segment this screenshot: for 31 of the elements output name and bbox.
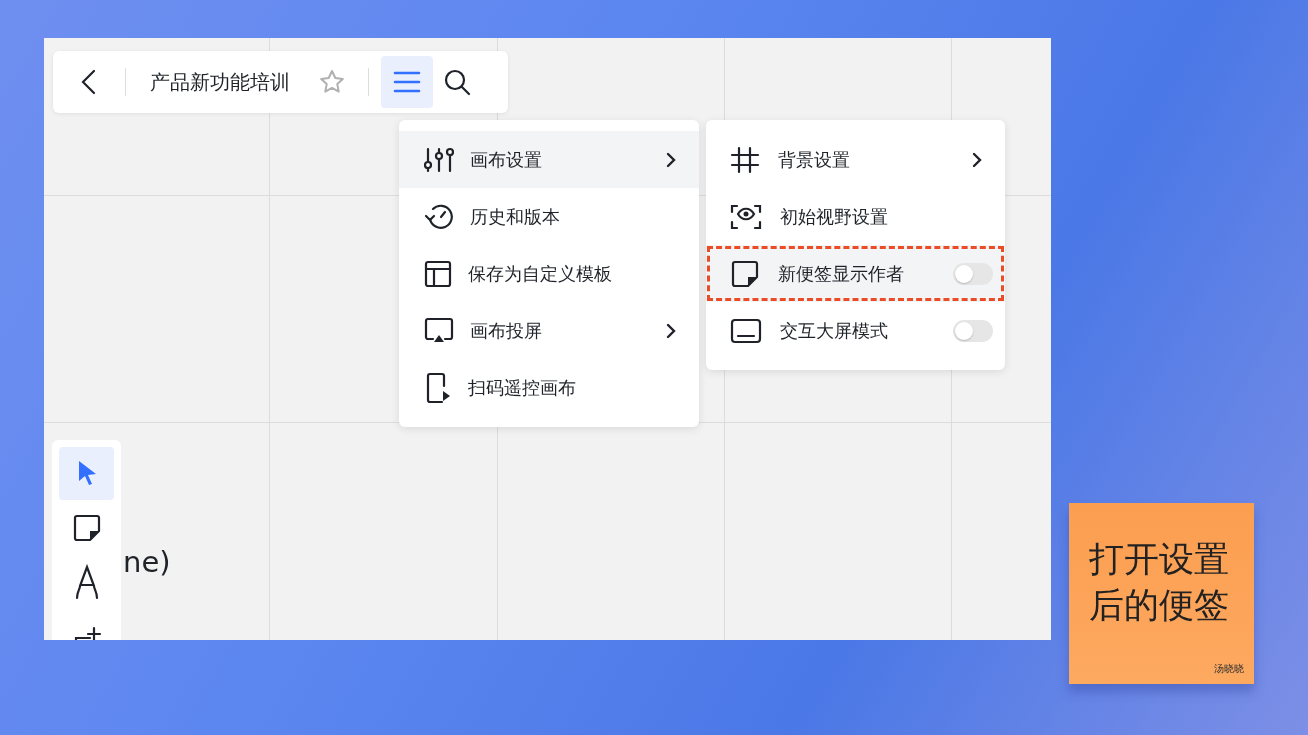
menu-item[interactable]: 新便签显示作者 <box>706 245 1005 302</box>
phone-play-icon <box>424 371 452 404</box>
search-icon <box>443 68 471 96</box>
note-text: 打开设置 <box>1089 538 1230 581</box>
menu-item[interactable]: 保存为自定义模板 <box>399 245 699 302</box>
history-icon <box>424 202 454 231</box>
layout-icon <box>424 259 452 288</box>
sticky-note-icon <box>730 258 760 289</box>
toggle-switch[interactable] <box>953 319 993 342</box>
screen-cast-icon <box>424 316 454 345</box>
eye-frame-icon <box>730 202 762 231</box>
star-icon <box>318 68 346 96</box>
chevron-right-icon <box>971 151 983 168</box>
board-title: 产品新功能培训 <box>150 69 290 96</box>
menu-item[interactable]: 画布设置 <box>399 131 699 188</box>
toggle-switch[interactable] <box>953 262 993 285</box>
sliders-icon <box>424 146 454 173</box>
menu-button[interactable] <box>381 56 433 108</box>
note-text: 后的便签 <box>1089 583 1230 627</box>
canvas-text: ne) <box>123 548 171 577</box>
menu-item[interactable]: 初始视野设置 <box>706 188 1005 245</box>
menu-item[interactable]: 扫码遥控画布 <box>399 359 699 416</box>
sticky-note-icon <box>71 512 102 543</box>
menu-item[interactable]: 背景设置 <box>706 131 1005 188</box>
monitor-icon <box>730 316 762 345</box>
menu-item[interactable]: 历史和版本 <box>399 188 699 245</box>
menu-icon <box>393 70 421 94</box>
menu-item[interactable]: 交互大屏模式 <box>706 302 1005 359</box>
note-author: 汤晓晓 <box>1214 662 1244 676</box>
menu-item[interactable]: 画布投屏 <box>399 302 699 359</box>
grid-icon <box>730 145 760 174</box>
